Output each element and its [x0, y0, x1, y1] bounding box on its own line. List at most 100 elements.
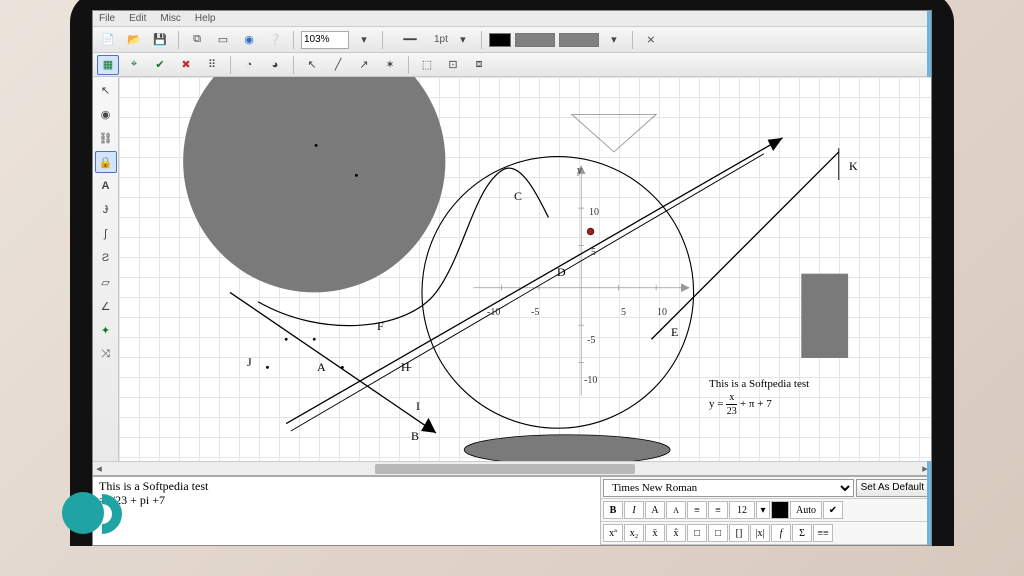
dial-a-icon[interactable]: ◔: [238, 55, 260, 75]
angle-tool-icon[interactable]: ∠: [95, 295, 117, 317]
new-icon[interactable]: 📄: [97, 30, 119, 50]
transform-3-icon[interactable]: ⧈: [468, 55, 490, 75]
menu-misc[interactable]: Misc: [160, 13, 181, 24]
bold-button[interactable]: B: [603, 501, 623, 519]
sum-button[interactable]: Σ: [792, 524, 812, 542]
point-label-d[interactable]: D: [557, 265, 566, 280]
box-symbol-button[interactable]: □: [687, 524, 707, 542]
separator: [408, 56, 409, 74]
apply-style-button[interactable]: ✔: [823, 501, 843, 519]
copy-icon[interactable]: ⧉: [186, 30, 208, 50]
axis-tick-xn5: -5: [531, 307, 539, 318]
overbar-button[interactable]: x̄: [645, 524, 665, 542]
menu-help[interactable]: Help: [195, 13, 216, 24]
fill-color-2[interactable]: [559, 33, 599, 47]
separator: [230, 56, 231, 74]
hat-button[interactable]: x̂: [666, 524, 686, 542]
line-weight-icon[interactable]: ━━: [390, 30, 430, 50]
snap-grid-icon[interactable]: ⌖: [123, 55, 145, 75]
text-color-auto[interactable]: Auto: [790, 501, 822, 519]
spline-tool-icon[interactable]: Ƨ: [95, 247, 117, 269]
lock-tool-icon[interactable]: 🔒: [95, 151, 117, 173]
arrow-tool-icon[interactable]: ↗: [353, 55, 375, 75]
transform-1-icon[interactable]: ⬚: [416, 55, 438, 75]
zoom-input[interactable]: [301, 31, 349, 49]
zoom-dropdown-icon[interactable]: ▾: [353, 30, 375, 50]
point-label-a[interactable]: A: [317, 360, 326, 375]
polygon-tool-icon[interactable]: ▱: [95, 271, 117, 293]
watermark-badge: [62, 492, 104, 534]
shape-rectangle[interactable]: [801, 274, 848, 358]
text-tool-icon[interactable]: A: [95, 175, 117, 197]
dial-b-icon[interactable]: ◕: [264, 55, 286, 75]
italic-button[interactable]: I: [624, 501, 644, 519]
more-icon[interactable]: ▾: [603, 30, 625, 50]
point-label-j[interactable]: J: [247, 355, 252, 370]
font-size-dec-button[interactable]: A: [666, 501, 686, 519]
scroll-thumb[interactable]: [375, 464, 635, 474]
stroke-color[interactable]: [489, 33, 511, 47]
abs-button[interactable]: |x|: [750, 524, 770, 542]
save-icon[interactable]: 💾: [149, 30, 171, 50]
shape-ellipse[interactable]: [464, 435, 670, 461]
set-default-button[interactable]: Set As Default: [856, 479, 929, 497]
line-dropdown-icon[interactable]: ▾: [452, 30, 474, 50]
point-label-f[interactable]: F: [377, 319, 384, 334]
select-tool-icon[interactable]: ↖: [95, 79, 117, 101]
horizontal-scrollbar[interactable]: ◂ ▸: [93, 461, 931, 475]
shape-triangle[interactable]: [572, 114, 656, 151]
help-icon[interactable]: ❔: [264, 30, 286, 50]
transform-tool-icon[interactable]: ⤨: [95, 343, 117, 365]
superscript-button[interactable]: xª: [603, 524, 623, 542]
point-label-c[interactable]: C: [514, 189, 522, 204]
brackets-button[interactable]: []: [729, 524, 749, 542]
transform-2-icon[interactable]: ⊡: [442, 55, 464, 75]
check-icon[interactable]: ✔: [149, 55, 171, 75]
bezier-tool-icon[interactable]: ʃ: [95, 223, 117, 245]
menu-edit[interactable]: Edit: [129, 13, 146, 24]
box2-symbol-button[interactable]: □: [708, 524, 728, 542]
dot-grid-icon[interactable]: ⠿: [201, 55, 223, 75]
point-label-i[interactable]: I: [416, 399, 420, 414]
page-icon[interactable]: ▭: [212, 30, 234, 50]
function-button[interactable]: f: [771, 524, 791, 542]
matrix-button[interactable]: ≡≡: [813, 524, 833, 542]
point-label-k[interactable]: K: [849, 159, 858, 174]
cursor-tool-icon[interactable]: ↖: [301, 55, 323, 75]
selected-point[interactable]: [587, 228, 594, 235]
leaf-tool-icon[interactable]: ✦: [95, 319, 117, 341]
axis-tick-x5: 5: [621, 307, 626, 318]
shape-circle-outline[interactable]: [422, 157, 694, 429]
font-size-field[interactable]: 12: [729, 501, 755, 519]
point-label-b[interactable]: B: [411, 429, 419, 444]
font-size-inc-button[interactable]: A: [645, 501, 665, 519]
point-label-h[interactable]: H̵: [401, 360, 410, 375]
align-center-button[interactable]: ≡: [708, 501, 728, 519]
line-weight-label: 1pt: [434, 34, 448, 45]
grid-icon[interactable]: ▦: [97, 55, 119, 75]
globe-icon[interactable]: ◉: [238, 30, 260, 50]
shape-filled-circle[interactable]: [183, 77, 445, 292]
fill-color-1[interactable]: [515, 33, 555, 47]
circle-tool-icon[interactable]: ◉: [95, 103, 117, 125]
open-icon[interactable]: 📂: [123, 30, 145, 50]
scroll-left-icon[interactable]: ◂: [93, 462, 105, 475]
link-tool-icon[interactable]: ⛓: [95, 127, 117, 149]
input-expression-area[interactable]: This is a Softpedia test =x/23 + pi +7: [93, 477, 601, 545]
drawing-canvas[interactable]: y 10 5 -5 -10 -10 -5 5 10 C D E F: [119, 77, 931, 461]
point-label-e[interactable]: E: [671, 325, 678, 340]
canvas-text-box[interactable]: This is a Softpedia test y = x 23 + π + …: [709, 377, 809, 418]
font-family-select[interactable]: Times New Roman: [603, 479, 854, 497]
menu-bar: File Edit Misc Help: [93, 11, 931, 27]
font-size-dropdown-icon[interactable]: ▾: [756, 501, 770, 519]
intersect-tool-icon[interactable]: ✶: [379, 55, 401, 75]
axis-tick-y10: 10: [589, 207, 599, 218]
align-left-button[interactable]: ≡: [687, 501, 707, 519]
close-panel-icon[interactable]: ⨯: [640, 30, 662, 50]
subscript-button[interactable]: x₂: [624, 524, 644, 542]
menu-file[interactable]: File: [99, 13, 115, 24]
curve-tool-icon[interactable]: Ɉ: [95, 199, 117, 221]
delete-icon[interactable]: ✖: [175, 55, 197, 75]
segment-tool-icon[interactable]: ╱: [327, 55, 349, 75]
text-color-swatch[interactable]: [771, 501, 789, 519]
